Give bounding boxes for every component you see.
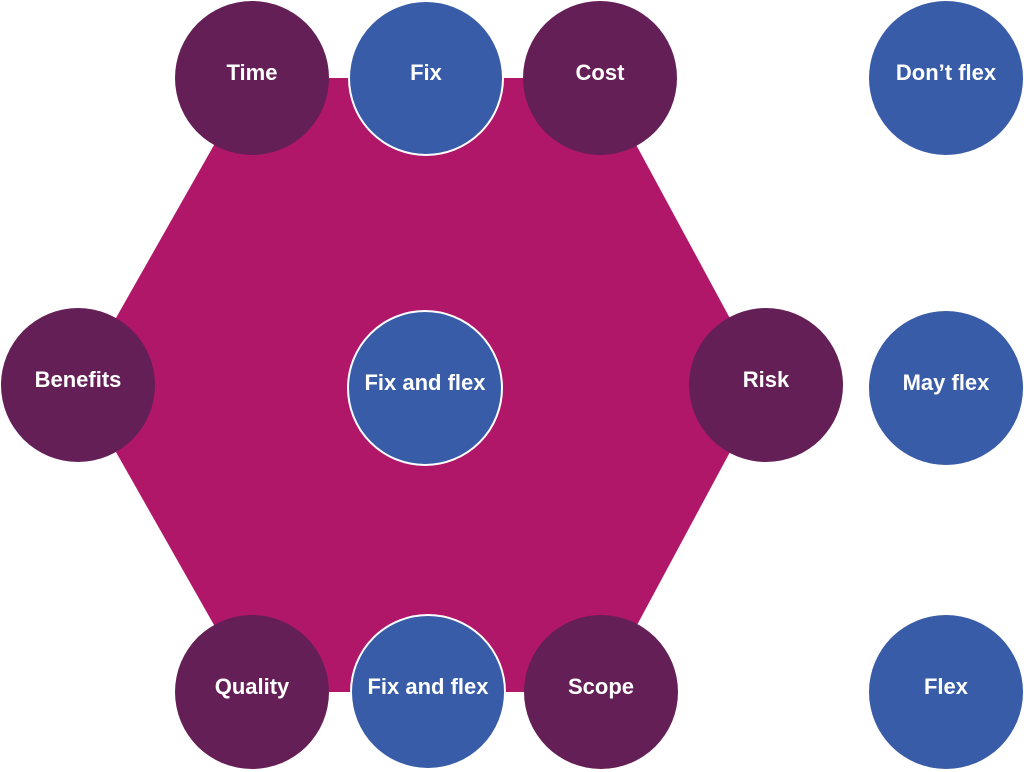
legend-item-2: Flex <box>869 615 1023 769</box>
flex-node-top-label: Fix <box>410 60 443 85</box>
flex-node-center-label: Fix and flex <box>364 370 486 395</box>
node-risk-label: Risk <box>743 367 790 392</box>
node-time: Time <box>175 1 329 155</box>
node-benefits-label: Benefits <box>35 367 122 392</box>
flex-node-top: Fix <box>348 0 504 156</box>
flex-node-bottom: Fix and flex <box>350 614 506 770</box>
legend-item-2-label: Flex <box>924 674 969 699</box>
node-cost: Cost <box>523 1 677 155</box>
node-cost-label: Cost <box>576 60 626 85</box>
node-benefits: Benefits <box>1 308 155 462</box>
legend-item-1: May flex <box>869 311 1023 465</box>
legend-item-1-label: May flex <box>903 370 991 395</box>
legend-item-0-label: Don’t flex <box>896 60 997 85</box>
flex-node-bottom-label: Fix and flex <box>367 674 489 699</box>
fix-flex-diagram: Time Cost Risk Scope Quality Benefits Fix Fix a… <box>1 0 1023 770</box>
node-quality: Quality <box>175 615 329 769</box>
node-time-label: Time <box>227 60 278 85</box>
flex-node-center: Fix and flex <box>347 310 503 466</box>
legend-item-0: Don’t flex <box>869 1 1023 155</box>
node-scope: Scope <box>524 615 678 769</box>
node-scope-label: Scope <box>568 674 634 699</box>
node-risk: Risk <box>689 308 843 462</box>
node-quality-label: Quality <box>215 674 290 699</box>
